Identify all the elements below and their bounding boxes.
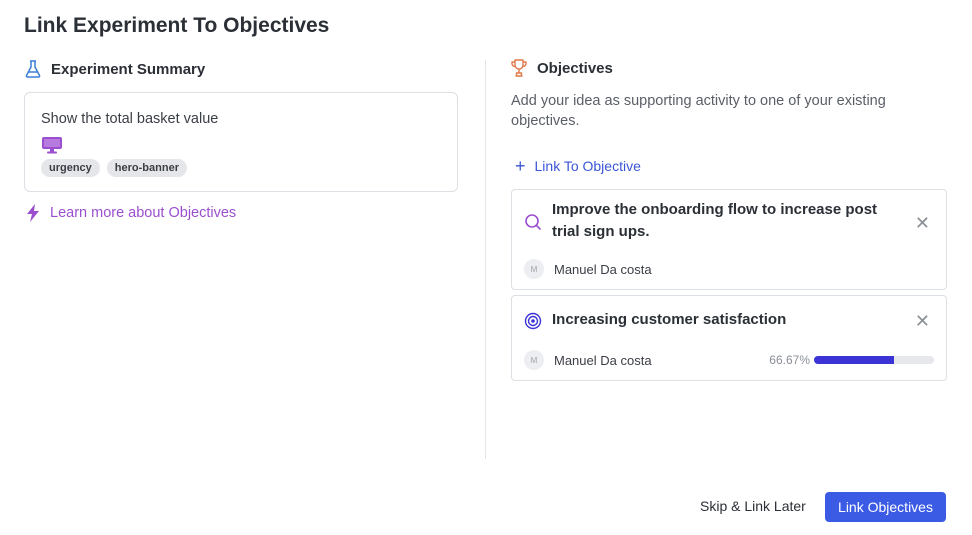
tag-list: urgency hero-banner: [41, 159, 187, 177]
objective-card[interactable]: Increasing customer satisfaction ✕ M Man…: [511, 295, 947, 381]
objective-owner: M Manuel Da costa: [524, 350, 652, 370]
experiment-summary-text: Show the total basket value: [41, 111, 219, 127]
column-divider: [485, 60, 486, 459]
modal-title: Link Experiment To Objectives: [24, 14, 330, 37]
owner-name: Manuel Da costa: [554, 261, 652, 277]
avatar: M: [524, 350, 544, 370]
target-icon: [524, 312, 542, 335]
search-icon: [524, 213, 542, 236]
avatar: M: [524, 259, 544, 279]
skip-link-later-button[interactable]: Skip & Link Later: [700, 498, 806, 514]
progress-label: 66.67%: [769, 353, 810, 367]
objectives-label: Objectives: [537, 59, 613, 77]
progress-fill: [814, 356, 894, 364]
objective-title: Increasing customer satisfaction: [552, 311, 787, 328]
learn-more-label: Learn more about Objectives: [50, 205, 237, 221]
objective-card[interactable]: Improve the onboarding flow to increase …: [511, 189, 947, 290]
flask-icon: [24, 60, 42, 78]
objective-progress: 66.67%: [769, 353, 934, 367]
experiment-summary-card: Show the total basket value urgency hero…: [24, 92, 458, 192]
tag: hero-banner: [106, 159, 187, 177]
experiment-summary-heading: Experiment Summary: [24, 60, 205, 78]
desktop-icon: [41, 136, 63, 159]
remove-objective-icon[interactable]: ✕: [915, 312, 930, 330]
plus-icon: +: [515, 156, 526, 176]
progress-bar: [814, 356, 934, 364]
experiment-summary-label: Experiment Summary: [51, 60, 206, 78]
remove-objective-icon[interactable]: ✕: [915, 214, 930, 232]
trophy-icon: [510, 59, 528, 77]
link-objectives-button[interactable]: Link Objectives: [825, 492, 946, 522]
objective-owner: M Manuel Da costa: [524, 259, 652, 279]
learn-more-link[interactable]: Learn more about Objectives: [24, 204, 236, 222]
objective-title: Improve the onboarding flow to increase …: [552, 201, 878, 240]
link-to-objective-button[interactable]: + Link To Objective: [515, 157, 641, 175]
objectives-description: Add your idea as supporting activity to …: [511, 93, 886, 129]
lightning-icon: [24, 204, 42, 222]
link-to-objective-label: Link To Objective: [534, 158, 641, 174]
owner-name: Manuel Da costa: [554, 352, 652, 368]
objectives-heading: Objectives: [510, 59, 613, 77]
tag: urgency: [41, 159, 100, 177]
